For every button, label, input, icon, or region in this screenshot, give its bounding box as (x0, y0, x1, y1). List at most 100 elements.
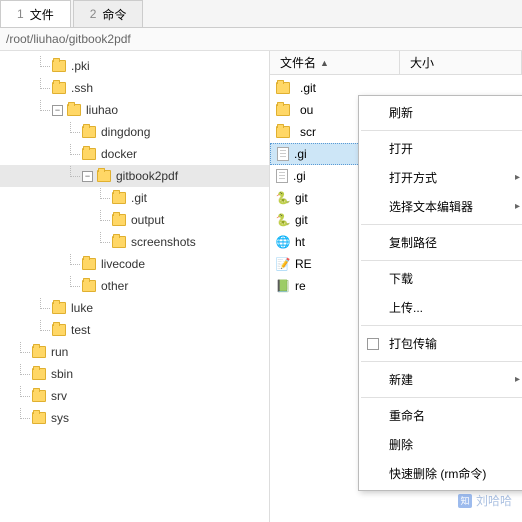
html-file-icon: 🌐 (276, 235, 290, 249)
tree-node-label: test (71, 323, 90, 337)
tab-files[interactable]: 1 文件 (0, 0, 71, 27)
py-file-icon: 🐍 (276, 213, 290, 227)
folder-icon (112, 214, 126, 226)
context-menu: 刷新 打开 打开方式▸ 选择文本编辑器▸ 复制路径 下载 上传... 打包传输 … (358, 95, 522, 491)
tab-label: 命令 (102, 6, 126, 23)
file-name: RE (295, 257, 312, 271)
tree-node[interactable]: run (0, 341, 269, 363)
menu-rename[interactable]: 重命名 (359, 401, 522, 430)
folder-icon (82, 280, 96, 292)
folder-icon (97, 170, 111, 182)
folder-icon (82, 126, 96, 138)
folder-icon (112, 192, 126, 204)
tree-node[interactable]: luke (0, 297, 269, 319)
folder-icon (67, 104, 81, 116)
tree-node-label: srv (51, 389, 67, 403)
menu-refresh[interactable]: 刷新 (359, 98, 522, 127)
tree-node-label: livecode (101, 257, 145, 271)
folder-icon (276, 104, 290, 116)
menu-download[interactable]: 下载 (359, 264, 522, 293)
folder-icon (32, 412, 46, 424)
tree-node-label: dingdong (101, 125, 150, 139)
menu-upload[interactable]: 上传... (359, 293, 522, 322)
sort-asc-icon: ▲ (320, 58, 329, 68)
tree-node[interactable]: .pki (0, 55, 269, 77)
tree-node-label: gitbook2pdf (116, 169, 178, 183)
tree-node[interactable]: −liuhao (0, 99, 269, 121)
file-name: ht (295, 235, 305, 249)
tree-node[interactable]: sbin (0, 363, 269, 385)
tab-commands[interactable]: 2 命令 (73, 0, 144, 27)
folder-icon (52, 60, 66, 72)
tree-node[interactable]: sys (0, 407, 269, 429)
folder-icon (82, 258, 96, 270)
tree-node[interactable]: − gitbook2pdf (0, 165, 269, 187)
zhihu-icon: 知 (458, 494, 472, 508)
md-file-icon: 📝 (276, 257, 290, 271)
tree-node-label: .pki (71, 59, 90, 73)
tree-node[interactable]: test (0, 319, 269, 341)
watermark: 知 刘哈哈 (458, 492, 512, 509)
py-file-icon: 🐍 (276, 191, 290, 205)
menu-quick-delete[interactable]: 快速删除 (rm命令) (359, 459, 522, 488)
collapse-icon[interactable]: − (82, 171, 93, 182)
file-name: ou (300, 103, 313, 117)
menu-new[interactable]: 新建▸ (359, 365, 522, 394)
file-name: .gi (293, 169, 306, 183)
tab-label: 文件 (30, 6, 54, 23)
folder-icon (32, 390, 46, 402)
tree-node-label: sys (51, 411, 69, 425)
file-name: scr (300, 125, 316, 139)
folder-icon (52, 302, 66, 314)
tree-node-label: sbin (51, 367, 73, 381)
file-name: .gi (294, 147, 307, 161)
folder-icon (52, 82, 66, 94)
tab-number: 1 (17, 7, 24, 21)
folder-icon (32, 346, 46, 358)
tree-node-label: run (51, 345, 68, 359)
tree-node[interactable]: .git (0, 187, 269, 209)
chevron-right-icon: ▸ (515, 374, 520, 385)
folder-icon (82, 148, 96, 160)
collapse-icon[interactable]: − (52, 105, 63, 116)
menu-pack-transfer[interactable]: 打包传输 (359, 329, 522, 358)
file-name: re (295, 279, 306, 293)
file-name: .git (300, 81, 316, 95)
list-header: 文件名 ▲ 大小 (270, 51, 522, 75)
tree-node[interactable]: dingdong (0, 121, 269, 143)
chevron-right-icon: ▸ (515, 172, 520, 183)
tree-node-label: screenshots (131, 235, 196, 249)
menu-open-with[interactable]: 打开方式▸ (359, 163, 522, 192)
tree-node-label: docker (101, 147, 137, 161)
tree-node-label: .git (131, 191, 147, 205)
tree-node[interactable]: screenshots (0, 231, 269, 253)
tree-node[interactable]: docker (0, 143, 269, 165)
txt-file-icon: 📗 (276, 279, 290, 293)
folder-icon (32, 368, 46, 380)
menu-select-editor[interactable]: 选择文本编辑器▸ (359, 192, 522, 221)
tree-node[interactable]: other (0, 275, 269, 297)
checkbox-icon (367, 338, 379, 350)
tree-node-label: luke (71, 301, 93, 315)
menu-copy-path[interactable]: 复制路径 (359, 228, 522, 257)
column-filename[interactable]: 文件名 ▲ (270, 51, 400, 74)
document-icon (276, 169, 288, 183)
folder-icon (52, 324, 66, 336)
tree-node[interactable]: livecode (0, 253, 269, 275)
tree-node[interactable]: output (0, 209, 269, 231)
tree-node-label: .ssh (71, 81, 93, 95)
tree-node-label: output (131, 213, 164, 227)
menu-delete[interactable]: 删除 (359, 430, 522, 459)
tree-node[interactable]: .ssh (0, 77, 269, 99)
menu-open[interactable]: 打开 (359, 134, 522, 163)
folder-tree[interactable]: .pki.ssh−liuhaodingdongdocker−gitbook2pd… (0, 51, 270, 522)
file-name: git (295, 191, 308, 205)
chevron-right-icon: ▸ (515, 201, 520, 212)
tree-node[interactable]: srv (0, 385, 269, 407)
column-size[interactable]: 大小 (400, 51, 522, 74)
tabs-bar: 1 文件 2 命令 (0, 0, 522, 28)
document-icon (277, 147, 289, 161)
path-breadcrumb[interactable]: /root/liuhao/gitbook2pdf (0, 28, 522, 51)
file-name: git (295, 213, 308, 227)
folder-icon (112, 236, 126, 248)
